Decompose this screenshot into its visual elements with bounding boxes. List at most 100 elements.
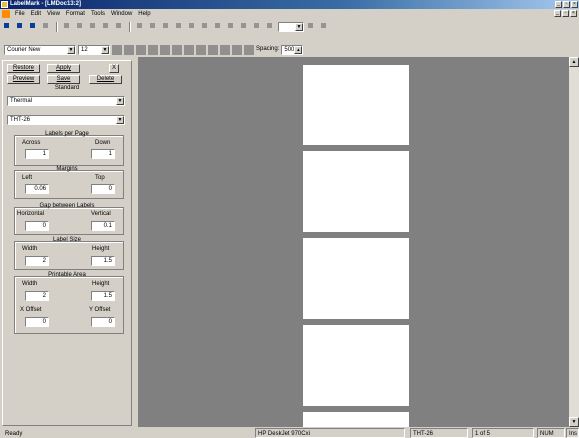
restore-icon[interactable]: ▫: [563, 1, 570, 8]
label-type-select[interactable]: THT-26 ▼: [7, 115, 125, 125]
restore-button[interactable]: Restore: [7, 64, 40, 73]
barcode-icon[interactable]: [114, 21, 125, 32]
menu-tools[interactable]: Tools: [88, 9, 108, 19]
doc-minimize-icon[interactable]: _: [554, 10, 561, 17]
printable-height-input[interactable]: 1.5: [91, 291, 115, 301]
preview-button[interactable]: Preview: [7, 75, 40, 84]
copy-icon[interactable]: [75, 21, 86, 32]
underline-icon[interactable]: [136, 44, 146, 55]
label-page[interactable]: [303, 238, 409, 319]
printable-width-input[interactable]: 2: [25, 291, 49, 301]
standard-label: Standard: [54, 85, 80, 91]
new-icon[interactable]: [2, 21, 13, 32]
vertical-gap-input[interactable]: 0.1: [91, 221, 115, 231]
font-size-value: 12: [81, 46, 88, 53]
label-page[interactable]: [303, 412, 409, 427]
save-button[interactable]: Save: [47, 75, 80, 84]
scroll-up-icon[interactable]: ▲: [569, 57, 579, 67]
menu-window[interactable]: Window: [108, 9, 135, 19]
bold-icon[interactable]: [112, 44, 122, 55]
vertical-scrollbar[interactable]: ▲ ▼: [569, 57, 579, 427]
horizontal-gap-input[interactable]: 0: [25, 221, 49, 231]
table-icon[interactable]: [101, 21, 112, 32]
label-width-input[interactable]: 2: [25, 256, 49, 266]
delete-icon[interactable]: [265, 21, 276, 32]
line-icon[interactable]: [187, 21, 198, 32]
label-width-label: Width: [22, 246, 38, 252]
align-center-icon[interactable]: [172, 44, 182, 55]
label-page[interactable]: [303, 65, 409, 145]
apply-button[interactable]: Apply: [47, 64, 80, 73]
paste-icon[interactable]: [88, 21, 99, 32]
justify-icon[interactable]: [208, 44, 218, 55]
align-right-icon[interactable]: [184, 44, 194, 55]
printable-height-label: Height: [92, 281, 110, 287]
zoom-in-icon[interactable]: [239, 21, 250, 32]
close-panel-button[interactable]: X: [109, 64, 119, 73]
top-margin-input[interactable]: 0: [91, 184, 115, 194]
down-label: Down: [95, 140, 111, 146]
left-margin-input[interactable]: 0.06: [25, 184, 49, 194]
x-offset-input[interactable]: 0: [25, 317, 49, 327]
zoom-out-icon[interactable]: [252, 21, 263, 32]
align-left-icon[interactable]: [160, 44, 170, 55]
spacing-input[interactable]: 500 ▴: [281, 44, 304, 55]
title-bar[interactable]: LabelMark - [LMDoc13:2] _ ▫ ×: [0, 0, 579, 9]
zoom-select[interactable]: ▼: [278, 21, 304, 32]
border-icon[interactable]: [220, 44, 230, 55]
window-title: LabelMark - [LMDoc13:2]: [10, 1, 82, 7]
status-num: NUM: [537, 428, 565, 438]
undo-icon[interactable]: [213, 21, 224, 32]
y-offset-input[interactable]: 0: [91, 317, 115, 327]
x-offset-label: X Offset: [20, 307, 42, 313]
menu-help[interactable]: Help: [135, 9, 153, 19]
fill-icon[interactable]: [232, 44, 242, 55]
align-left-icon[interactable]: [135, 21, 146, 32]
doc-restore-icon[interactable]: ▫: [562, 10, 569, 17]
font-value: Courier New: [7, 46, 41, 53]
print-icon[interactable]: [41, 21, 52, 32]
down-input[interactable]: 1: [91, 149, 115, 159]
document-icon[interactable]: [2, 10, 10, 18]
y-offset-label: Y Offset: [89, 307, 111, 313]
menu-view[interactable]: View: [44, 9, 63, 19]
vertical-text-icon[interactable]: [196, 44, 206, 55]
label-properties-panel: Restore Apply X Preview Save Delete Stan…: [2, 60, 132, 426]
help-icon[interactable]: [306, 21, 317, 32]
align-right-icon[interactable]: [161, 21, 172, 32]
italic-icon[interactable]: [124, 44, 134, 55]
margins-title: Margins: [56, 166, 78, 172]
redo-icon[interactable]: [226, 21, 237, 32]
open-icon[interactable]: [15, 21, 26, 32]
cut-icon[interactable]: [62, 21, 73, 32]
status-printer: HP DeskJet 970Cxi: [255, 428, 405, 438]
delete-button[interactable]: Delete: [89, 75, 122, 84]
scroll-down-icon[interactable]: ▼: [569, 417, 579, 427]
horizontal-gap-label: Horizontal: [17, 211, 45, 217]
menu-edit[interactable]: Edit: [28, 9, 44, 19]
whats-this-icon[interactable]: [319, 21, 330, 32]
grid-icon[interactable]: [174, 21, 185, 32]
label-page[interactable]: [303, 151, 409, 232]
strikeout-icon[interactable]: [148, 44, 158, 55]
align-center-icon[interactable]: [148, 21, 159, 32]
close-icon[interactable]: ×: [571, 1, 578, 8]
document-area[interactable]: [138, 57, 569, 427]
printable-area-title: Printable Area: [48, 272, 86, 278]
color-icon[interactable]: [244, 44, 254, 55]
menu-file[interactable]: File: [12, 9, 28, 19]
label-height-input[interactable]: 1.5: [91, 256, 115, 266]
minimize-icon[interactable]: _: [555, 1, 562, 8]
save-icon[interactable]: [28, 21, 39, 32]
menu-format[interactable]: Format: [63, 9, 88, 19]
across-input[interactable]: 1: [25, 149, 49, 159]
font-size-select[interactable]: 12 ▼: [78, 44, 110, 55]
status-ready: Ready: [5, 431, 23, 437]
rotate-icon[interactable]: [200, 21, 211, 32]
category-value: Thermal: [10, 98, 33, 104]
doc-close-icon[interactable]: ×: [570, 10, 577, 17]
font-toolbar: Courier New ▼ 12 ▼ Spacing: 500 ▴: [0, 43, 579, 56]
label-page[interactable]: [303, 325, 409, 406]
category-select[interactable]: Thermal ▼: [7, 96, 125, 106]
font-select[interactable]: Courier New ▼: [4, 44, 76, 55]
